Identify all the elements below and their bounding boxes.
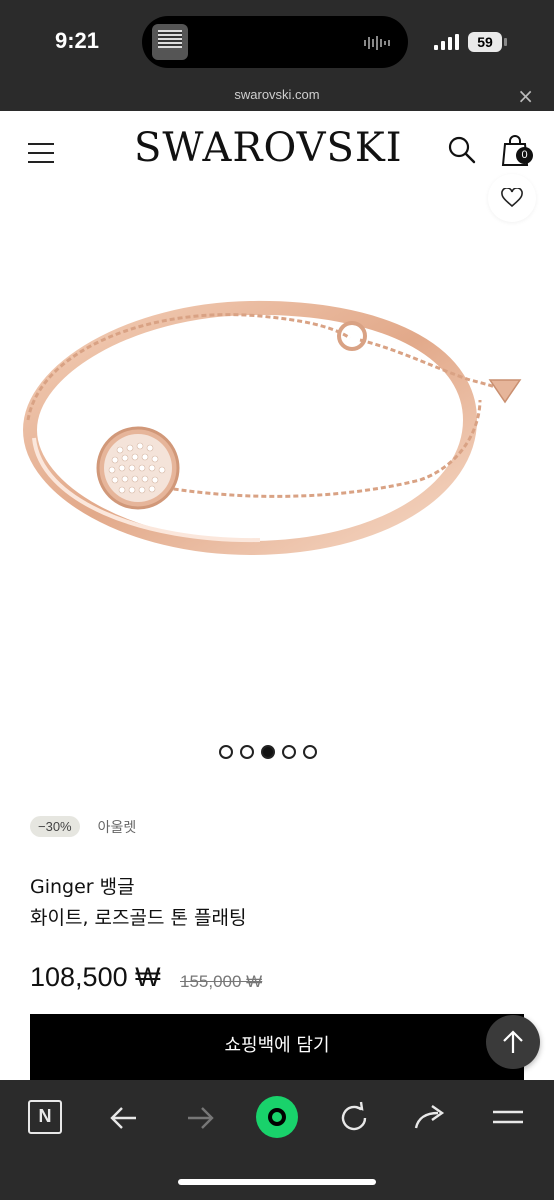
gallery-dot[interactable] [282,745,296,759]
add-to-bag-button[interactable]: 쇼핑백에 담기 [30,1014,524,1080]
url-bar[interactable]: swarovski.com × [0,84,554,111]
menu-lines-icon[interactable] [488,1098,528,1138]
product-name: Ginger 뱅글 [30,876,135,898]
scroll-to-top-button[interactable] [486,1015,540,1069]
outlet-label: 아울렛 [97,819,137,836]
home-indicator [178,1179,376,1185]
menu-icon[interactable] [28,143,54,163]
url-text[interactable]: swarovski.com [0,87,554,102]
brand-logo[interactable]: SWAROVSKI [134,125,403,171]
n-tab-icon[interactable]: N [28,1100,62,1134]
back-arrow-icon[interactable] [104,1098,144,1138]
search-icon[interactable] [448,136,476,164]
site-header: SWAROVSKI 0 [0,111,554,191]
refresh-icon[interactable] [334,1098,374,1138]
home-circle-icon[interactable] [256,1096,298,1138]
original-price: 155,000 ₩ [180,972,263,991]
gallery-dot[interactable] [303,745,317,759]
gallery-dot-active[interactable] [261,745,275,759]
browser-bottom-bar: N [0,1080,554,1200]
heart-icon [501,188,523,208]
wishlist-button[interactable] [488,174,536,222]
current-price: 108,500 ₩ [30,962,161,992]
battery-icon: 59 [468,32,507,52]
audio-wave-icon [364,36,390,50]
product-variant: 화이트, 로즈골드 톤 플래팅 [30,907,247,929]
product-badges: −30% 아울렛 [30,816,136,837]
dynamic-island [142,16,408,68]
gallery-dot[interactable] [219,745,233,759]
forward-arrow-icon[interactable] [180,1098,220,1138]
close-icon[interactable]: × [517,84,534,108]
discount-badge: −30% [30,816,80,837]
media-thumbnail-icon [152,24,188,60]
status-time: 9:21 [55,28,100,53]
status-bar: 9:21 59 [0,0,554,84]
gallery-dots [219,745,317,759]
gallery-dot[interactable] [240,745,254,759]
arrow-up-icon [503,1030,523,1053]
bag-count-badge: 0 [516,147,533,164]
product-image[interactable] [0,230,554,700]
share-icon[interactable] [410,1098,450,1138]
signal-icon [434,34,459,50]
